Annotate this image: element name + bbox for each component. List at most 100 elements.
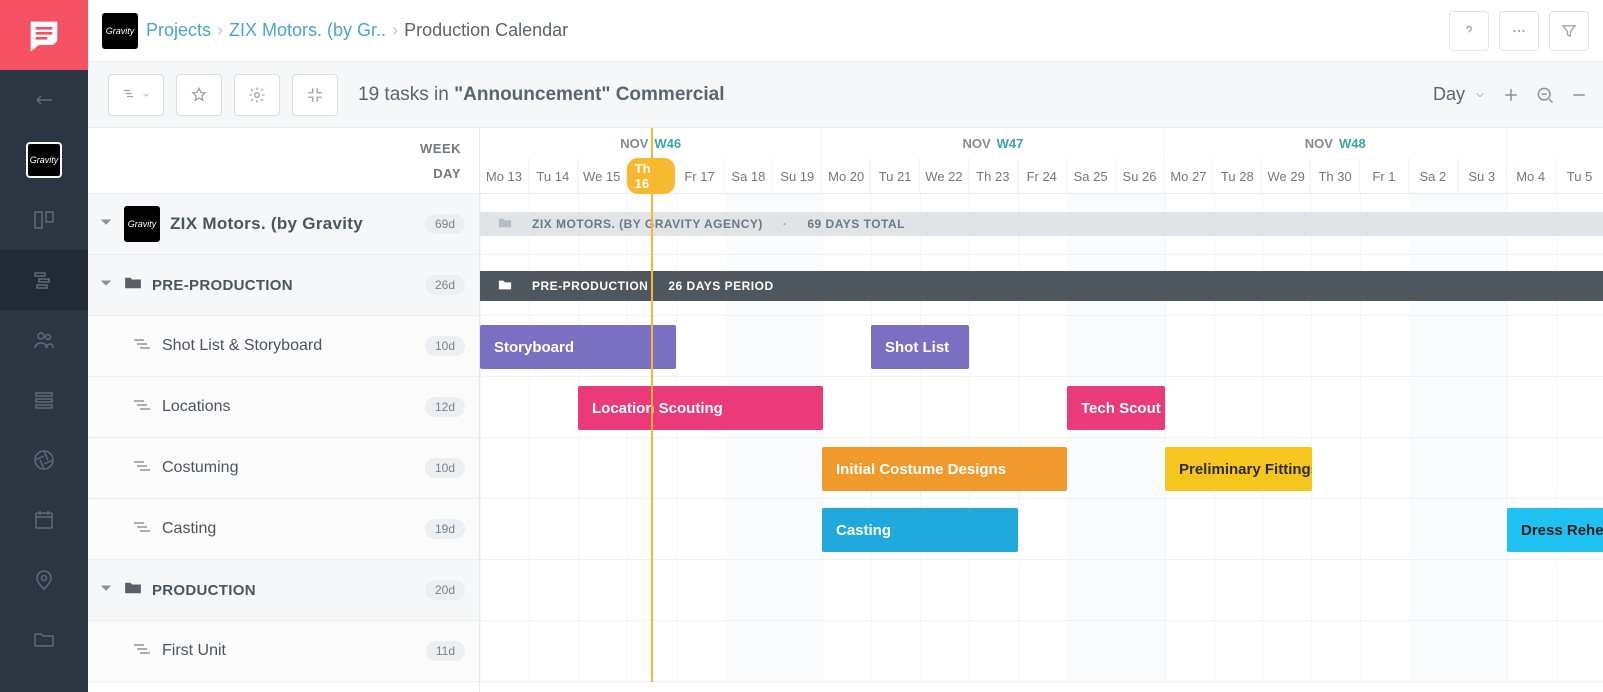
folder-icon (498, 217, 512, 232)
day-cell[interactable]: We 15 (578, 158, 627, 194)
minus-button[interactable] (1569, 85, 1589, 105)
timeline-first-unit-row (480, 621, 1603, 682)
subtask-icon (134, 642, 152, 660)
nav-people-icon[interactable] (0, 310, 88, 370)
timeline-panel[interactable]: NOVW46NOVW47NOVW48 Mo 13Tu 14We 15Th 16F… (480, 128, 1603, 692)
tasks-count: 19 (358, 84, 379, 105)
day-cell[interactable]: Th 23 (969, 158, 1018, 194)
week-row: NOVW46NOVW47NOVW48 (480, 128, 1603, 158)
chevron-down-icon[interactable] (100, 276, 114, 294)
head-day-label: DAY (433, 166, 461, 181)
bar-tech-scout[interactable]: Tech Scout (1067, 386, 1165, 430)
project-row[interactable]: Gravity ZIX Motors. (by Gravity 69d (88, 194, 479, 255)
day-cell[interactable]: Tu 21 (871, 158, 920, 194)
day-cell[interactable]: Mo 13 (480, 158, 529, 194)
nav-back-icon[interactable] (0, 70, 88, 130)
top-actions (1449, 11, 1589, 51)
subtask-icon (134, 520, 152, 538)
day-cell[interactable]: We 22 (920, 158, 969, 194)
collapse-button[interactable] (292, 74, 338, 116)
zoom-label: Day (1433, 84, 1465, 105)
zoom-select[interactable]: Day (1433, 84, 1487, 105)
project-summary-bar[interactable]: ZIX MOTORS. (BY GRAVITY AGENCY) · 69 DAY… (480, 212, 1603, 236)
separator-dot: · (783, 217, 788, 231)
day-cell[interactable]: Mo 4 (1507, 158, 1556, 194)
day-cell[interactable]: Sa 2 (1409, 158, 1458, 194)
bar-shot-list[interactable]: Shot List (871, 325, 969, 369)
day-cell[interactable]: Mo 20 (822, 158, 871, 194)
bar-dress-rehearsal[interactable]: Dress Rehearsal (1507, 508, 1603, 552)
day-cell[interactable]: Mo 27 (1164, 158, 1213, 194)
day-cell[interactable]: Tu 14 (529, 158, 578, 194)
task-row-casting[interactable]: Casting 19d (88, 499, 479, 560)
nav-gantt-icon[interactable] (0, 250, 88, 310)
task-row-shotlist[interactable]: Shot List & Storyboard 10d (88, 316, 479, 377)
nav-calendar-icon[interactable] (0, 490, 88, 550)
crumb-projects[interactable]: Projects (146, 20, 211, 41)
subtask-icon (134, 398, 152, 416)
task-row-first-unit[interactable]: First Unit 11d (88, 621, 479, 682)
bar-location-scouting[interactable]: Location Scouting (578, 386, 823, 430)
task-label: Casting (162, 520, 216, 538)
summary-text-b: 69 DAYS TOTAL (807, 217, 905, 231)
day-cell[interactable]: Sa 18 (724, 158, 773, 194)
day-cell[interactable]: Su 19 (773, 158, 822, 194)
nav-brand-square[interactable]: Gravity (0, 130, 88, 190)
bar-initial-costume[interactable]: Initial Costume Designs (822, 447, 1067, 491)
tasklist-panel: WEEK DAY Gravity ZIX Motors. (by Gravity… (88, 128, 480, 692)
duration-badge: 11d (426, 641, 465, 661)
help-button[interactable] (1449, 11, 1489, 51)
app-logo[interactable] (0, 0, 88, 70)
duration-badge: 26d (425, 275, 465, 295)
duration-badge: 10d (425, 458, 465, 478)
breadcrumb: Projects › ZIX Motors. (by Gr.. › Produc… (146, 20, 568, 41)
task-row-locations[interactable]: Locations 12d (88, 377, 479, 438)
day-cell[interactable]: Th 30 (1311, 158, 1360, 194)
group-production[interactable]: PRODUCTION 20d (88, 560, 479, 621)
task-row-costuming[interactable]: Costuming 10d (88, 438, 479, 499)
app-root: Gravity Gravity P (0, 0, 1603, 692)
subtask-icon (134, 337, 152, 355)
top-bar: Gravity Projects › ZIX Motors. (by Gr.. … (88, 0, 1603, 62)
task-label: Shot List & Storyboard (162, 337, 322, 355)
duration-badge: 12d (425, 397, 465, 417)
week-cell (1507, 128, 1603, 158)
settings-button[interactable] (234, 74, 280, 116)
group-summary-bar[interactable]: PRE-PRODUCTION 26 DAYS PERIOD (480, 271, 1603, 301)
chevron-down-icon[interactable] (100, 215, 114, 233)
timeline-locations-row: Location Scouting Tech Scout (480, 377, 1603, 438)
nav-aperture-icon[interactable] (0, 430, 88, 490)
timeline-shotlist-row: Storyboard Shot List (480, 316, 1603, 377)
zoom-out-button[interactable] (1535, 85, 1555, 105)
day-cell[interactable]: Fr 24 (1018, 158, 1067, 194)
day-cell[interactable]: We 29 (1262, 158, 1311, 194)
nav-folder-icon[interactable] (0, 610, 88, 670)
nav-location-icon[interactable] (0, 550, 88, 610)
main-area: Gravity Projects › ZIX Motors. (by Gr.. … (88, 0, 1603, 692)
favorite-button[interactable] (176, 74, 222, 116)
day-cell[interactable]: Tu 28 (1213, 158, 1262, 194)
day-cell[interactable]: Su 26 (1116, 158, 1165, 194)
filter-button[interactable] (1549, 11, 1589, 51)
brand-tile: Gravity (102, 13, 138, 49)
add-button[interactable] (1501, 85, 1521, 105)
day-cell[interactable]: Sa 25 (1067, 158, 1116, 194)
nav-list-icon[interactable] (0, 370, 88, 430)
day-cell[interactable]: Su 3 (1458, 158, 1507, 194)
nav-boards-icon[interactable] (0, 190, 88, 250)
crumb-project[interactable]: ZIX Motors. (by Gr.. (229, 20, 386, 41)
timeline-project-row: ZIX MOTORS. (BY GRAVITY AGENCY) · 69 DAY… (480, 194, 1603, 255)
day-cell[interactable]: Fr 1 (1360, 158, 1409, 194)
day-cell[interactable]: Fr 17 (676, 158, 725, 194)
hierarchy-dropdown-button[interactable] (108, 74, 164, 116)
bar-casting[interactable]: Casting (822, 508, 1018, 552)
tasks-context: "Announcement" Commercial (454, 84, 724, 105)
group-preproduction[interactable]: PRE-PRODUCTION 26d (88, 255, 479, 316)
timeline-costuming-row: Initial Costume Designs Preliminary Fitt… (480, 438, 1603, 499)
bar-storyboard[interactable]: Storyboard (480, 325, 676, 369)
bar-preliminary-fittings[interactable]: Preliminary Fittings (1165, 447, 1312, 491)
day-cell[interactable]: Tu 5 (1556, 158, 1603, 194)
more-button[interactable] (1499, 11, 1539, 51)
group-label: PRE-PRODUCTION (152, 277, 293, 294)
chevron-down-icon[interactable] (100, 581, 114, 599)
